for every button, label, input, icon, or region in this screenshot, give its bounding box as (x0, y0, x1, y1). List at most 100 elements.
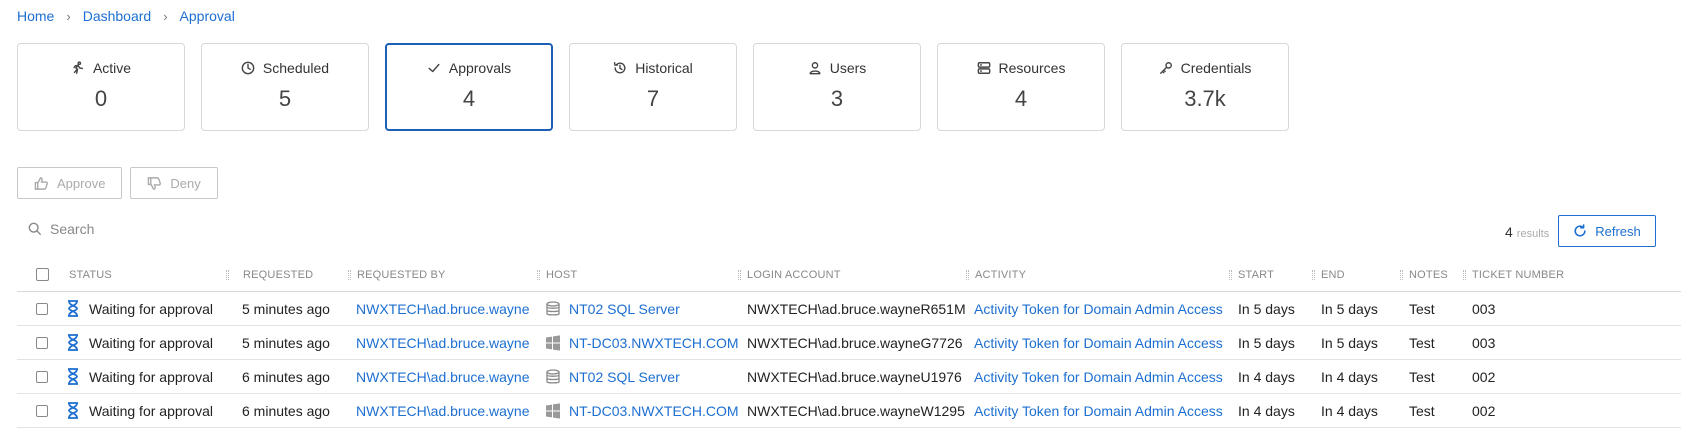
start-cell: In 5 days (1238, 334, 1295, 351)
host-link[interactable]: NT02 SQL Server (569, 369, 680, 385)
requested-cell: 5 minutes ago (242, 300, 330, 317)
col-activity[interactable]: ACTIVITY (975, 258, 1238, 291)
row-checkbox[interactable] (36, 370, 48, 383)
requested-by-link[interactable]: NWXTECH\ad.bruce.wayne (356, 326, 545, 359)
col-ticket-number[interactable]: TICKET NUMBER (1472, 258, 1592, 291)
hourglass-icon (68, 300, 78, 317)
table-row[interactable]: Waiting for approval 5 minutes ago NWXTE… (17, 326, 1681, 360)
hourglass-icon (68, 402, 78, 419)
status-text: Waiting for approval (89, 402, 213, 419)
check-icon (428, 63, 440, 73)
row-checkbox[interactable] (36, 404, 48, 417)
table-row[interactable]: Waiting for approval 5 minutes ago NWXTE… (17, 292, 1681, 326)
clock-icon (241, 61, 255, 75)
requested-cell: 6 minutes ago (242, 368, 330, 385)
ticket-cell: 003 (1472, 334, 1496, 351)
end-cell: In 4 days (1321, 368, 1378, 385)
card-resources[interactable]: Resources 4 (937, 43, 1105, 131)
thumbs-up-icon (34, 176, 49, 190)
col-status[interactable]: STATUS (69, 258, 235, 291)
login-account-cell: NWXTECH\ad.bruce.wayneW1295 (747, 402, 965, 419)
host-link[interactable]: NT-DC03.NWXTECH.COM (569, 335, 739, 351)
search-input[interactable] (50, 221, 350, 237)
card-active[interactable]: Active 0 (17, 43, 185, 131)
end-cell: In 5 days (1321, 300, 1378, 317)
requested-cell: 6 minutes ago (242, 402, 330, 419)
windows-icon (546, 402, 560, 419)
table-row[interactable]: Waiting for approval 6 minutes ago NWXTE… (17, 360, 1681, 394)
end-cell: In 4 days (1321, 402, 1378, 419)
requested-by-link[interactable]: NWXTECH\ad.bruce.wayne (356, 360, 545, 393)
activity-link[interactable]: Activity Token for Domain Admin Access (974, 394, 1237, 427)
end-cell: In 5 days (1321, 334, 1378, 351)
requested-by-link[interactable]: NWXTECH\ad.bruce.wayne (356, 394, 545, 427)
notes-cell: Test (1409, 368, 1435, 385)
host-link[interactable]: NT-DC03.NWXTECH.COM (569, 403, 739, 419)
col-start[interactable]: START (1238, 258, 1321, 291)
card-scheduled[interactable]: Scheduled 5 (201, 43, 369, 131)
server-icon (977, 62, 990, 74)
hourglass-icon (68, 334, 78, 351)
breadcrumb: Home › Dashboard › Approval (17, 8, 235, 24)
card-value: 3 (830, 86, 844, 111)
database-icon (546, 368, 560, 384)
col-notes[interactable]: NOTES (1409, 258, 1472, 291)
search-box (28, 221, 350, 237)
card-value: 7 (646, 86, 660, 111)
database-icon (546, 300, 560, 316)
results-number: 4 (1505, 224, 1513, 240)
activity-link[interactable]: Activity Token for Domain Admin Access (974, 326, 1237, 359)
card-label: Users (829, 60, 867, 76)
col-host[interactable]: HOST (546, 258, 747, 291)
deny-button[interactable]: Deny (130, 167, 218, 199)
login-account-cell: NWXTECH\ad.bruce.wayneG7726 (747, 334, 963, 351)
requested-cell: 5 minutes ago (242, 334, 330, 351)
card-users[interactable]: Users 3 (753, 43, 921, 131)
host-link[interactable]: NT02 SQL Server (569, 301, 680, 317)
card-label: Active (92, 60, 132, 76)
windows-icon (546, 334, 560, 351)
requested-by-link[interactable]: NWXTECH\ad.bruce.wayne (356, 292, 545, 325)
login-account-cell: NWXTECH\ad.bruce.wayneR651M (747, 300, 966, 317)
thumbs-down-icon (148, 176, 162, 190)
activity-link[interactable]: Activity Token for Domain Admin Access (974, 360, 1237, 393)
card-label: Credentials (1180, 60, 1252, 76)
status-text: Waiting for approval (89, 368, 213, 385)
refresh-button[interactable]: Refresh (1558, 215, 1656, 247)
activity-link[interactable]: Activity Token for Domain Admin Access (974, 292, 1237, 325)
select-all-checkbox[interactable] (36, 268, 49, 281)
history-icon (614, 62, 626, 74)
row-checkbox[interactable] (36, 336, 48, 349)
card-label: Resources (998, 60, 1066, 76)
table-row[interactable]: Waiting for approval 6 minutes ago NWXTE… (17, 394, 1681, 428)
results-label: results (1516, 228, 1550, 240)
breadcrumb-home[interactable]: Home (17, 8, 54, 24)
user-icon (809, 62, 821, 75)
col-login-account[interactable]: LOGIN ACCOUNT (747, 258, 975, 291)
card-label: Approvals (448, 60, 512, 76)
card-value: 3.7k (1184, 86, 1226, 111)
col-end[interactable]: END (1321, 258, 1409, 291)
start-cell: In 4 days (1238, 402, 1295, 419)
ticket-cell: 002 (1472, 402, 1496, 419)
card-approvals[interactable]: Approvals 4 (385, 43, 553, 131)
notes-cell: Test (1409, 402, 1435, 419)
status-text: Waiting for approval (89, 334, 213, 351)
approve-button[interactable]: Approve (17, 167, 123, 199)
card-historical[interactable]: Historical 7 (569, 43, 737, 131)
breadcrumb-dashboard[interactable]: Dashboard (83, 8, 152, 24)
chevron-right-icon: › (66, 8, 71, 24)
start-cell: In 4 days (1238, 368, 1295, 385)
card-credentials[interactable]: Credentials 3.7k (1121, 43, 1289, 131)
chevron-right-icon: › (163, 8, 168, 24)
breadcrumb-approval[interactable]: Approval (180, 8, 235, 24)
col-requested[interactable]: REQUESTED (243, 258, 357, 291)
notes-cell: Test (1409, 300, 1435, 317)
col-requested-by[interactable]: REQUESTED BY (357, 258, 546, 291)
login-account-cell: NWXTECH\ad.bruce.wayneU1976 (747, 368, 962, 385)
row-checkbox[interactable] (36, 302, 48, 315)
search-icon (28, 222, 42, 236)
card-value: 4 (1014, 86, 1028, 111)
action-bar: Approve Deny (17, 167, 218, 199)
hourglass-icon (68, 368, 78, 385)
